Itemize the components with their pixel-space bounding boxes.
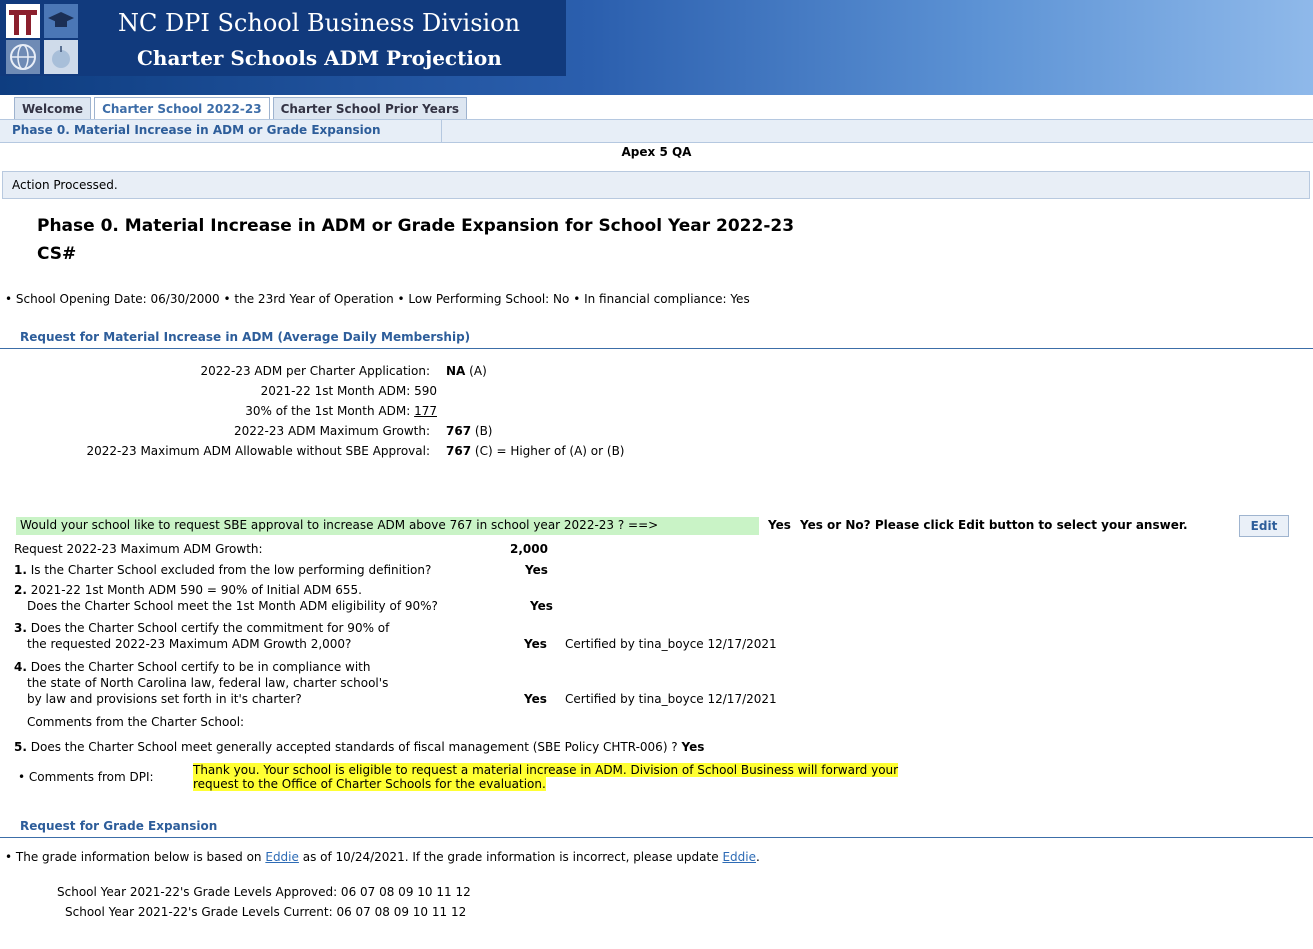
bullet-icon: • bbox=[223, 292, 235, 306]
max-growth-number: 767 bbox=[446, 424, 472, 438]
section-header-adm: Request for Material Increase in ADM (Av… bbox=[0, 328, 1313, 349]
section-title-grade-expansion: Request for Grade Expansion bbox=[20, 819, 218, 833]
adm-application-value: NA (A) bbox=[446, 364, 487, 378]
request-growth-value: 2,000 bbox=[510, 542, 548, 556]
criterion-3-number: 3. bbox=[14, 621, 27, 635]
criterion-4-answer: Yes bbox=[524, 692, 547, 706]
request-growth-label: Request 2022-23 Maximum ADM Growth: bbox=[14, 542, 263, 556]
grade-levels-approved: School Year 2021-22's Grade Levels Appro… bbox=[57, 885, 471, 899]
sbe-approval-answer: Yes bbox=[768, 518, 791, 532]
criterion-3: 3. Does the Charter School certify the c… bbox=[14, 621, 389, 635]
page-title: Phase 0. Material Increase in ADM or Gra… bbox=[37, 216, 795, 236]
max-growth-suffix: (B) bbox=[474, 424, 493, 438]
adm-application-number: NA bbox=[446, 364, 466, 378]
criterion-3-certification: Certified by tina_boyce 12/17/2021 bbox=[565, 637, 777, 651]
criterion-3-answer: Yes bbox=[524, 637, 547, 651]
school-opening-date: School Opening Date: 06/30/2000 bbox=[15, 292, 220, 306]
max-allowable-value: 767 (C) = Higher of (A) or (B) bbox=[446, 444, 624, 458]
sbe-approval-question: Would your school like to request SBE ap… bbox=[20, 518, 659, 532]
app-subtitle: Charter Schools ADM Projection bbox=[137, 46, 502, 70]
thirty-percent-value: 177 bbox=[414, 404, 437, 418]
criterion-2-line-1: 2021-22 1st Month ADM 590 = 90% of Initi… bbox=[30, 583, 362, 597]
year-of-operation: the 23rd Year of Operation bbox=[234, 292, 394, 306]
criterion-4-certification: Certified by tina_boyce 12/17/2021 bbox=[565, 692, 777, 706]
graduation-cap-icon bbox=[44, 4, 78, 38]
eddie-link-2[interactable]: Eddie bbox=[722, 850, 756, 864]
max-allowable-suffix: (C) = Higher of (A) or (B) bbox=[474, 444, 625, 458]
school-info-line: • School Opening Date: 06/30/2000 • the … bbox=[5, 292, 750, 306]
app-title: NC DPI School Business Division bbox=[118, 9, 521, 37]
dpi-comments-line-1: Thank you. Your school is eligible to re… bbox=[193, 763, 899, 777]
eddie-link-1[interactable]: Eddie bbox=[265, 850, 299, 864]
max-growth-value: 767 (B) bbox=[446, 424, 493, 438]
bullet-icon: • bbox=[397, 292, 409, 306]
criterion-5: 5. Does the Charter School meet generall… bbox=[14, 740, 704, 754]
grade-note-middle: as of 10/24/2021. If the grade informati… bbox=[302, 850, 719, 864]
dpi-logo-icon bbox=[6, 4, 40, 38]
dpi-comments-text: Thank you. Your school is eligible to re… bbox=[193, 763, 899, 791]
criterion-4-line-2: the state of North Carolina law, federal… bbox=[27, 676, 389, 690]
status-message-bar: Action Processed. bbox=[2, 171, 1310, 199]
bullet-icon: • bbox=[5, 292, 13, 306]
grade-info-note: • The grade information below is based o… bbox=[5, 850, 760, 864]
main-tabs: Welcome Charter School 2022-23 Charter S… bbox=[14, 97, 468, 120]
max-growth-label: 2022-23 ADM Maximum Growth: bbox=[234, 424, 430, 438]
thirty-percent-adm: 30% of the 1st Month ADM: 177 bbox=[245, 404, 437, 418]
criterion-5-answer: Yes bbox=[681, 740, 705, 754]
apple-icon bbox=[44, 40, 78, 74]
criterion-3-line-1: Does the Charter School certify the comm… bbox=[30, 621, 390, 635]
adm-application-suffix: (A) bbox=[469, 364, 487, 378]
criterion-4-line-3: by law and provisions set forth in it's … bbox=[27, 692, 302, 706]
financial-compliance-status: In financial compliance: Yes bbox=[584, 292, 750, 306]
max-allowable-label: 2022-23 Maximum ADM Allowable without SB… bbox=[86, 444, 430, 458]
criterion-1-text: Is the Charter School excluded from the … bbox=[30, 563, 432, 577]
sub-navigation: Phase 0. Material Increase in ADM or Gra… bbox=[0, 119, 1313, 143]
criterion-4-number: 4. bbox=[14, 660, 27, 674]
sbe-approval-prompt: Yes or No? Please click Edit button to s… bbox=[800, 518, 1188, 532]
low-performing-status: Low Performing School: No bbox=[408, 292, 570, 306]
thirty-percent-label: 30% of the 1st Month ADM: bbox=[245, 404, 411, 418]
globe-icon bbox=[6, 40, 40, 74]
criterion-5-number: 5. bbox=[14, 740, 27, 754]
section-header-grade-expansion: Request for Grade Expansion bbox=[0, 817, 1313, 838]
grade-levels-current: School Year 2021-22's Grade Levels Curre… bbox=[65, 905, 467, 919]
status-message: Action Processed. bbox=[12, 178, 118, 192]
criterion-2-answer: Yes bbox=[530, 599, 553, 613]
criterion-1: 1. Is the Charter School excluded from t… bbox=[14, 563, 431, 577]
criterion-1-answer: Yes bbox=[525, 563, 548, 577]
criterion-2-number: 2. bbox=[14, 583, 27, 597]
charter-school-comments-label: Comments from the Charter School: bbox=[27, 715, 245, 729]
criterion-5-text: Does the Charter School meet generally a… bbox=[30, 740, 678, 754]
tab-charter-school-2022-23[interactable]: Charter School 2022-23 bbox=[94, 97, 270, 120]
dpi-comments-label: Comments from DPI: bbox=[28, 770, 154, 784]
criterion-4-line-1: Does the Charter School certify to be in… bbox=[30, 660, 371, 674]
criterion-1-number: 1. bbox=[14, 563, 27, 577]
tab-charter-school-prior-years[interactable]: Charter School Prior Years bbox=[272, 97, 468, 120]
bullet-icon: • bbox=[573, 292, 585, 306]
criterion-2-line-2: Does the Charter School meet the 1st Mon… bbox=[27, 599, 438, 613]
max-allowable-number: 767 bbox=[446, 444, 472, 458]
subnav-item-phase-0[interactable]: Phase 0. Material Increase in ADM or Gra… bbox=[12, 123, 381, 137]
first-month-adm: 2021-22 1st Month ADM: 590 bbox=[260, 384, 437, 398]
grade-note-end: . bbox=[755, 850, 760, 864]
title-banner: NC DPI School Business Division Charter … bbox=[0, 0, 566, 76]
environment-label: Apex 5 QA bbox=[621, 145, 692, 159]
adm-application-label: 2022-23 ADM per Charter Application: bbox=[200, 364, 430, 378]
app-header: NC DPI School Business Division Charter … bbox=[0, 0, 1313, 95]
dpi-comments-line-2: request to the Office of Charter Schools… bbox=[193, 777, 546, 791]
subnav-divider bbox=[441, 120, 442, 142]
bullet-icon: • bbox=[18, 770, 26, 784]
page-subtitle: CS# bbox=[37, 244, 77, 264]
criterion-3-line-2: the requested 2022-23 Maximum ADM Growth… bbox=[27, 637, 352, 651]
section-title-adm: Request for Material Increase in ADM (Av… bbox=[20, 330, 471, 344]
edit-button[interactable]: Edit bbox=[1239, 515, 1289, 537]
criterion-2: 2. 2021-22 1st Month ADM 590 = 90% of In… bbox=[14, 583, 362, 597]
criterion-4: 4. Does the Charter School certify to be… bbox=[14, 660, 371, 674]
tab-welcome[interactable]: Welcome bbox=[14, 97, 92, 120]
bullet-icon: • bbox=[5, 850, 13, 864]
dpi-comments-label-row: • Comments from DPI: bbox=[18, 770, 154, 784]
grade-note-prefix: The grade information below is based on bbox=[15, 850, 262, 864]
